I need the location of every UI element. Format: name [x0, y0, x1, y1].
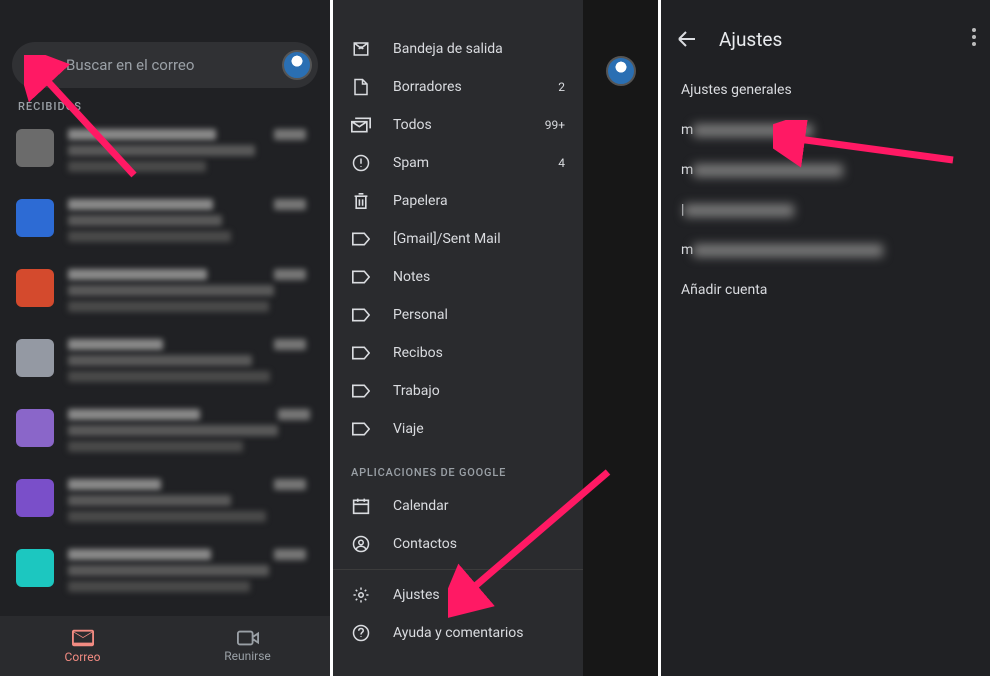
sender-avatar	[16, 199, 54, 237]
screenshot-1-gmail-main: Buscar en el correo RECIBIDOS	[0, 0, 330, 676]
drawer-item-spam[interactable]: Spam4	[333, 144, 583, 182]
nav-drawer: Bandeja de salidaBorradores2Todos99+Spam…	[333, 0, 583, 676]
screenshot-3-gmail-settings: Ajustes Ajustes generalesmm|mAñadir cuen…	[661, 0, 990, 676]
screenshot-2-gmail-drawer: Bandeja de salidaBorradores2Todos99+Spam…	[333, 0, 658, 676]
draft-icon	[351, 77, 371, 97]
overflow-icon[interactable]	[972, 28, 976, 46]
nav-mail[interactable]: Correo	[0, 616, 165, 676]
drawer-item-ajustes[interactable]: Ajustes	[333, 576, 583, 614]
settings-icon	[351, 585, 371, 605]
outbox-icon	[351, 39, 371, 59]
spam-icon	[351, 153, 371, 173]
drawer-item-todos[interactable]: Todos99+	[333, 106, 583, 144]
mail-item[interactable]	[6, 119, 324, 187]
menu-icon[interactable]	[26, 54, 48, 76]
help-icon	[351, 623, 371, 643]
drawer-item-trabajo[interactable]: Trabajo	[333, 372, 583, 410]
drawer-item-recibos[interactable]: Recibos	[333, 334, 583, 372]
drawer-item-viaje[interactable]: Viaje	[333, 410, 583, 448]
calendar-icon	[351, 496, 371, 516]
drawer-section-apps: APLICACIONES DE GOOGLE	[333, 448, 583, 487]
avatar	[606, 56, 636, 86]
settings-item-1[interactable]: m	[661, 110, 990, 150]
mail-list	[0, 119, 330, 607]
drawer-item-borradores[interactable]: Borradores2	[333, 68, 583, 106]
search-placeholder: Buscar en el correo	[66, 56, 282, 74]
sender-avatar	[16, 269, 54, 307]
label-icon	[351, 267, 371, 287]
drawer-item-personal[interactable]: Personal	[333, 296, 583, 334]
all-icon	[351, 115, 371, 135]
mail-item[interactable]	[6, 329, 324, 397]
settings-item-4[interactable]: m	[661, 230, 990, 270]
trash-icon	[351, 191, 371, 211]
mail-item[interactable]	[6, 539, 324, 607]
sender-avatar	[16, 129, 54, 167]
mail-item[interactable]	[6, 469, 324, 537]
video-icon	[237, 630, 259, 646]
drawer-item-contactos[interactable]: Contactos	[333, 525, 583, 563]
settings-item-0[interactable]: Ajustes generales	[661, 70, 990, 110]
sender-avatar	[16, 409, 54, 447]
drawer-backdrop	[583, 0, 658, 676]
mail-icon	[72, 629, 94, 647]
back-icon[interactable]	[675, 27, 699, 51]
sender-avatar	[16, 549, 54, 587]
drawer-item-notes[interactable]: Notes	[333, 258, 583, 296]
sender-avatar	[16, 479, 54, 517]
drawer-item-calendar[interactable]: Calendar	[333, 487, 583, 525]
avatar[interactable]	[282, 50, 312, 80]
settings-item-2[interactable]: m	[661, 150, 990, 190]
mail-item[interactable]	[6, 259, 324, 327]
label-icon	[351, 305, 371, 325]
drawer-item-papelera[interactable]: Papelera	[333, 182, 583, 220]
settings-header: Ajustes	[661, 10, 990, 68]
drawer-item--gmail-sent-mail[interactable]: [Gmail]/Sent Mail	[333, 220, 583, 258]
page-title: Ajustes	[719, 28, 782, 51]
drawer-item-ayuda-y-comentarios[interactable]: Ayuda y comentarios	[333, 614, 583, 652]
bottom-nav: Correo Reunirse	[0, 616, 330, 676]
drawer-item-bandeja-de-salida[interactable]: Bandeja de salida	[333, 30, 583, 68]
contacts-icon	[351, 534, 371, 554]
search-bar[interactable]: Buscar en el correo	[12, 42, 318, 88]
mail-item[interactable]	[6, 399, 324, 467]
label-icon	[351, 381, 371, 401]
label-icon	[351, 343, 371, 363]
settings-item-3[interactable]: |	[661, 190, 990, 230]
mail-item[interactable]	[6, 189, 324, 257]
label-icon	[351, 419, 371, 439]
sender-avatar	[16, 339, 54, 377]
section-recibidos: RECIBIDOS	[18, 100, 330, 113]
nav-meet[interactable]: Reunirse	[165, 616, 330, 676]
label-icon	[351, 229, 371, 249]
settings-item-5[interactable]: Añadir cuenta	[661, 270, 990, 310]
settings-list: Ajustes generalesmm|mAñadir cuenta	[661, 68, 990, 312]
